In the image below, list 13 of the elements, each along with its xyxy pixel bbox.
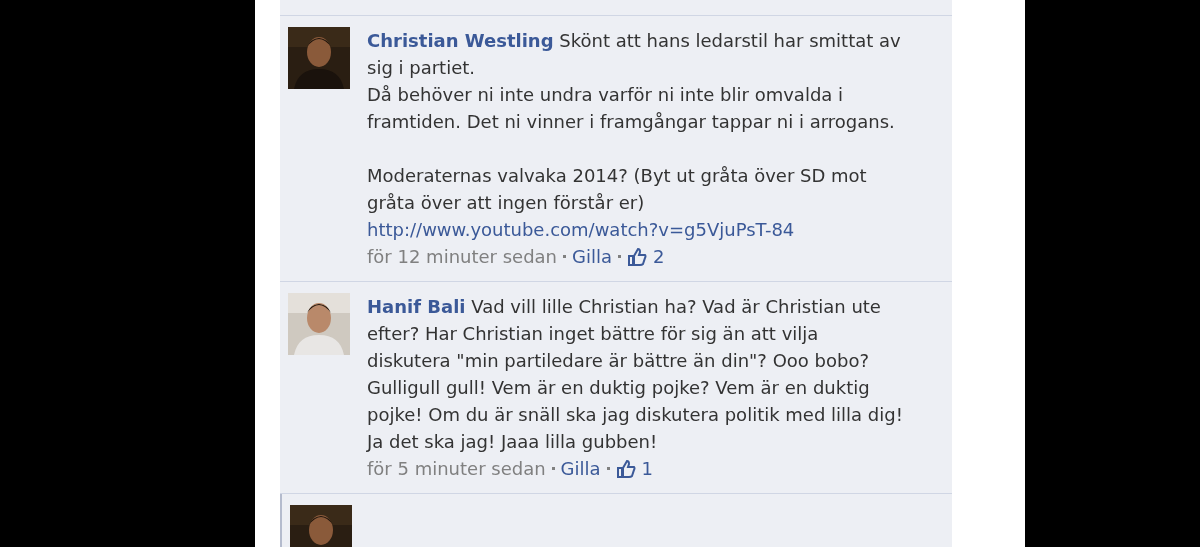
like-link[interactable]: Gilla [572,243,612,270]
comment-text: Christian Westling Skönt att hans ledarstil har smittat av sig i partiet. Då behöver ni inte undra varför ni inte blir omvalda i framtiden. Det ni vinner i framgångar tappar ni i arrogans. Moderaternas valvaka 2014? (Byt ut gråta över SD mot gråta över att ingen förstår er) [367,29,902,215]
comment-text: Hanif Bali Vad vill lille Christian ha? Vad är Christian ute efter? Har Christian inget bättre för sig än att vilja diskutera "min partiledare är bättre än din"? Ooo bobo? Gulligull gull! Vem är en duktig pojke? Vem är en duktig pojke! Om du är snäll ska jag diskutera politik med lilla dig! Ja det ska jag! Jaaa lilla gubben! [367,295,904,454]
like-link[interactable]: Gilla [560,455,601,482]
author-link[interactable]: Christian Westling [367,30,554,51]
thumbs-up-icon[interactable] [615,458,636,479]
timestamp: för 5 minuter sedan [367,457,546,481]
video-link[interactable]: http://www.youtube.com/watch?v=g5VjuPsT-84 [367,216,907,243]
author-link[interactable]: Hanif Bali [367,296,466,317]
like-count: 2 [653,245,665,269]
timestamp: för 12 minuter sedan [367,245,558,269]
thumbs-up-icon[interactable] [627,246,647,267]
like-count: 1 [641,457,653,481]
